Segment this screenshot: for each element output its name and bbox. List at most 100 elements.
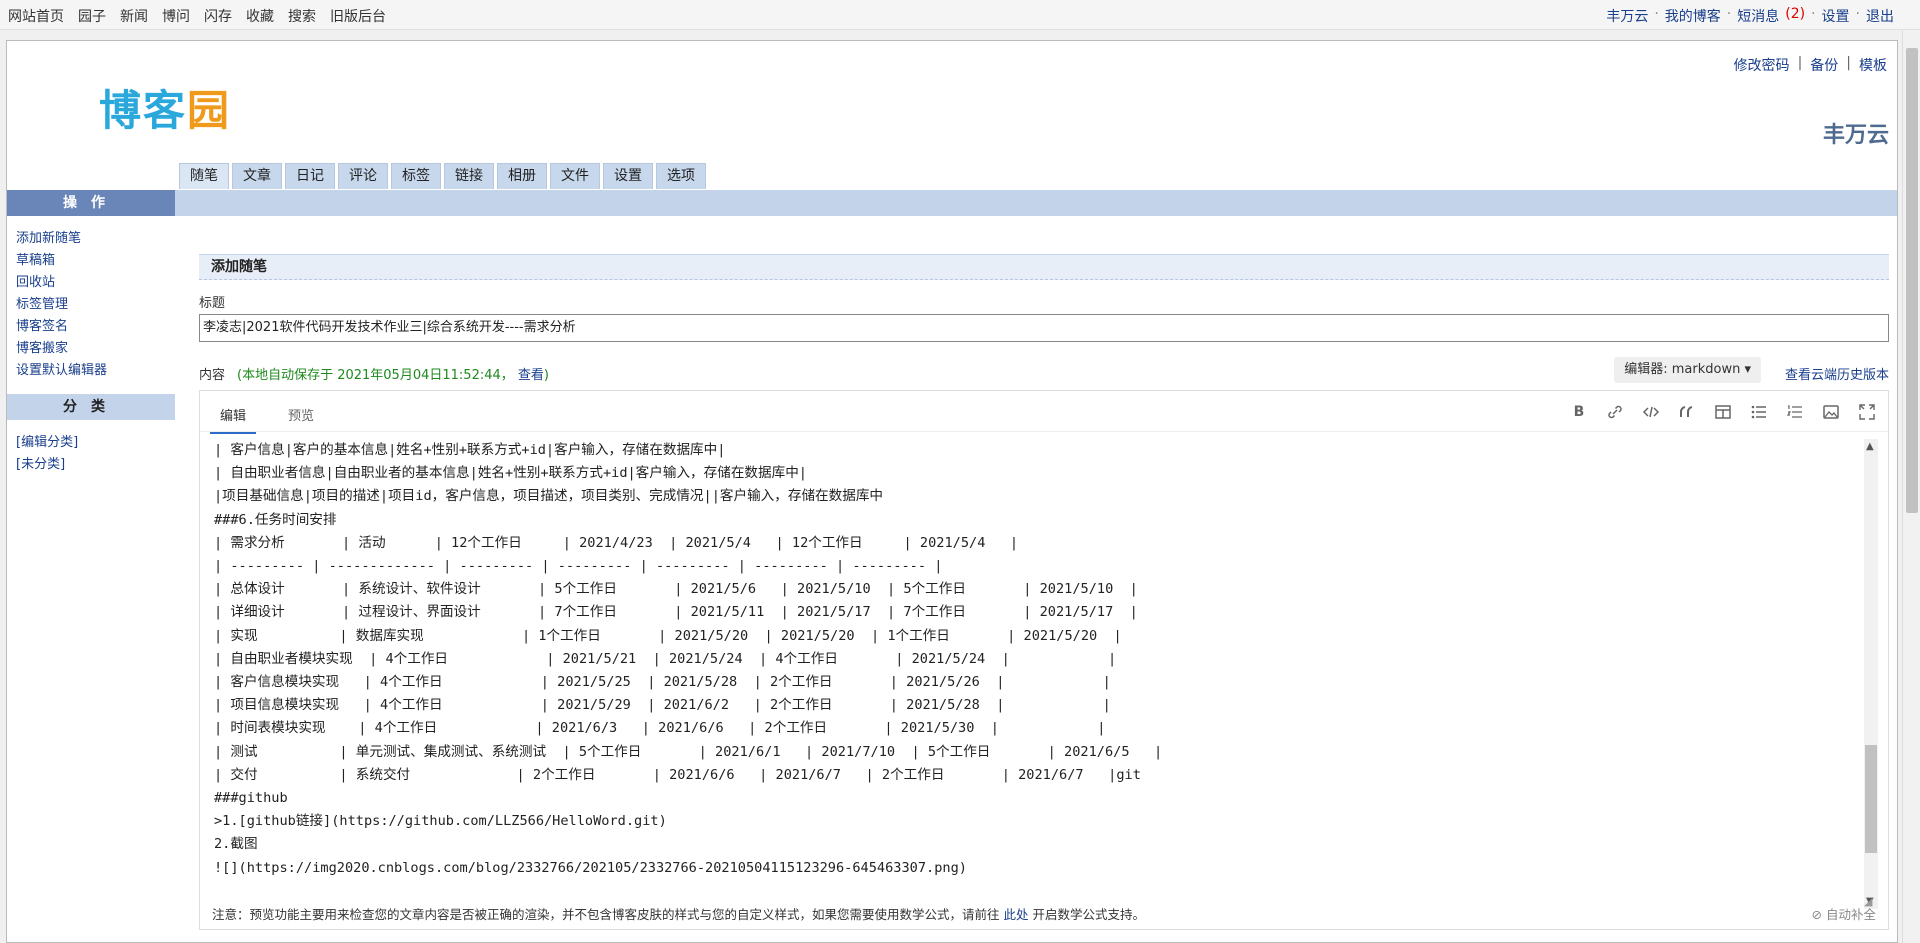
- preview-note: 注意：预览功能主要用来检查您的文章内容是否被正确的渲染，并不包含博客皮肤的样式与…: [212, 904, 1145, 923]
- tab-options[interactable]: 选项: [656, 163, 706, 189]
- autocomplete-toggle[interactable]: ⊘ 自动补全: [1812, 904, 1876, 923]
- ol-icon-svg: [1786, 405, 1802, 418]
- code-line: | 需求分析 | 活动 | 12个工作日 | 2021/4/23 | 2021/…: [214, 534, 1019, 551]
- page-scrollbar[interactable]: [1902, 30, 1920, 943]
- my-blog-link[interactable]: 我的博客: [1665, 6, 1721, 26]
- editor-tab-preview[interactable]: 预览: [278, 401, 324, 434]
- editor-type-select[interactable]: 编辑器: markdown ▾: [1614, 357, 1761, 383]
- user-links: 丰万云 · 我的博客 · 短消息 (2) · 设置 · 退出: [1606, 6, 1894, 26]
- sidebar-category-list: [编辑分类] [未分类]: [7, 420, 175, 488]
- markdown-textarea[interactable]: | 客户信息|客户的基本信息|姓名+性别+联系方式+id|客户输入，存储在数据库…: [214, 439, 1854, 907]
- tab-posts[interactable]: 随笔: [179, 163, 229, 189]
- editor-tab-edit[interactable]: 编辑: [210, 401, 257, 434]
- account-links: 修改密码 | 备份 | 模板: [1734, 55, 1887, 75]
- sidebar-item-drafts[interactable]: 草稿箱: [16, 250, 175, 272]
- site-links: 网站首页 园子 新闻 博问 闪存 收藏 搜索 旧版后台: [8, 6, 386, 26]
- quote-icon-svg: [1680, 406, 1693, 417]
- math-settings-link[interactable]: 此处: [1004, 907, 1029, 922]
- settings-link[interactable]: 设置: [1822, 6, 1850, 26]
- nav-search[interactable]: 搜索: [288, 6, 316, 26]
- messages-link[interactable]: 短消息: [1737, 6, 1779, 26]
- quote-icon[interactable]: [1678, 403, 1696, 421]
- sidebar-item-blog-signature[interactable]: 博客签名: [16, 316, 175, 338]
- logo-text-accent: 园: [187, 86, 232, 135]
- sidebar-item-new-post[interactable]: 添加新随笔: [16, 228, 175, 250]
- title-input[interactable]: 李凌志|2021软件代码开发技术作业三|综合系统开发----需求分析: [199, 314, 1889, 342]
- sidebar-item-blog-migrate[interactable]: 博客搬家: [16, 338, 175, 360]
- code-line: | 时间表模块实现 | 4个工作日 | 2021/6/3 | 2021/6/6 …: [214, 720, 1106, 737]
- tab-articles[interactable]: 文章: [232, 163, 282, 189]
- editor-scrollbar-thumb[interactable]: [1865, 745, 1877, 853]
- cnblogs-logo[interactable]: 博客园: [99, 77, 231, 138]
- separator: ·: [1811, 6, 1816, 22]
- content-label: 内容: [199, 368, 226, 383]
- ul-icon-svg: [1751, 405, 1766, 419]
- code-line: 2.截图: [214, 836, 258, 853]
- code-line: | 客户信息模块实现 | 4个工作日 | 2021/5/25 | 2021/5/…: [214, 674, 1111, 691]
- code-line: ###6.任务时间安排: [214, 511, 337, 528]
- user-name-link[interactable]: 丰万云: [1606, 6, 1648, 26]
- tab-albums[interactable]: 相册: [497, 163, 547, 189]
- cloud-history-link[interactable]: 查看云端历史版本: [1785, 364, 1889, 383]
- code-line: >1.[github链接](https://github.com/LLZ566/…: [214, 813, 667, 830]
- title-label: 标题: [199, 296, 226, 311]
- fullscreen-icon[interactable]: [1858, 403, 1876, 421]
- nav-home[interactable]: 网站首页: [8, 6, 64, 26]
- table-icon-svg: [1715, 405, 1731, 419]
- autosave-close: ): [543, 368, 549, 383]
- sidebar: 操作 添加新随笔 草稿箱 回收站 标签管理 博客签名 博客搬家 设置默认编辑器 …: [7, 190, 175, 488]
- code-line: | 自由职业者模块实现 | 4个工作日 | 2021/5/21 | 2021/5…: [214, 650, 1117, 667]
- link-icon[interactable]: [1606, 403, 1624, 421]
- code-line: | 客户信息|客户的基本信息|姓名+性别+联系方式+id|客户输入，存储在数据库…: [214, 442, 726, 458]
- scroll-up-arrow-icon[interactable]: ▲: [1866, 441, 1874, 452]
- chevron-down-icon: ▾: [1744, 362, 1751, 377]
- separator: |: [1797, 55, 1803, 71]
- unordered-list-icon[interactable]: [1750, 403, 1768, 421]
- admin-frame: 博客园 修改密码 | 备份 | 模板 丰万云 随笔 文章 日记 评论 标签 链接…: [6, 40, 1898, 943]
- separator: |: [1846, 55, 1851, 71]
- sidebar-item-default-editor[interactable]: 设置默认编辑器: [16, 360, 175, 382]
- bold-icon[interactable]: B: [1570, 403, 1588, 421]
- nav-news[interactable]: 新闻: [120, 6, 148, 26]
- tab-settings[interactable]: 设置: [603, 163, 653, 189]
- fullscreen-icon-svg: [1859, 404, 1875, 420]
- top-nav: 网站首页 园子 新闻 博问 闪存 收藏 搜索 旧版后台 丰万云 · 我的博客 ·…: [0, 0, 1920, 30]
- nav-old-admin[interactable]: 旧版后台: [330, 6, 386, 26]
- code-line: | --------- | ------------- | --------- …: [214, 558, 943, 575]
- autosave-view-link[interactable]: 查看: [518, 368, 544, 383]
- tab-links[interactable]: 链接: [444, 163, 494, 189]
- autosave-status: (本地自动保存于 2021年05月04日11:52:44， 查看): [237, 364, 549, 383]
- nav-favorites[interactable]: 收藏: [246, 6, 274, 26]
- code-icon-svg: [1642, 406, 1660, 418]
- editor-toolbar: B: [1570, 403, 1876, 421]
- sidebar-item-edit-categories[interactable]: [编辑分类]: [16, 432, 175, 454]
- logo-text: 博客: [99, 86, 188, 135]
- sidebar-item-uncategorized[interactable]: [未分类]: [16, 454, 175, 476]
- backup-link[interactable]: 备份: [1810, 55, 1838, 75]
- editor-type-label: 编辑器: markdown: [1624, 362, 1741, 377]
- page-scrollbar-thumb[interactable]: [1906, 48, 1918, 513]
- code-line: | 总体设计 | 系统设计、软件设计 | 5个工作日 | 2021/5/6 | …: [214, 581, 1138, 598]
- tab-diary[interactable]: 日记: [285, 163, 335, 189]
- template-link[interactable]: 模板: [1859, 55, 1887, 75]
- tab-files[interactable]: 文件: [550, 163, 600, 189]
- tab-comments[interactable]: 评论: [338, 163, 388, 189]
- table-icon[interactable]: [1714, 403, 1732, 421]
- code-icon[interactable]: [1642, 403, 1660, 421]
- sidebar-item-tag-management[interactable]: 标签管理: [16, 294, 175, 316]
- sidebar-item-recycle-bin[interactable]: 回收站: [16, 272, 175, 294]
- logout-link[interactable]: 退出: [1866, 6, 1894, 26]
- ordered-list-icon[interactable]: [1786, 403, 1804, 421]
- nav-flash[interactable]: 闪存: [204, 6, 232, 26]
- nav-qa[interactable]: 博问: [162, 6, 190, 26]
- link-icon-svg: [1608, 405, 1622, 419]
- tab-tags[interactable]: 标签: [391, 163, 441, 189]
- code-line: | 项目信息模块实现 | 4个工作日 | 2021/5/29 | 2021/6/…: [214, 697, 1111, 714]
- nav-garden[interactable]: 园子: [78, 6, 106, 26]
- autosave-text: (本地自动保存于 2021年05月04日11:52:44，: [237, 368, 514, 383]
- change-password-link[interactable]: 修改密码: [1734, 55, 1790, 75]
- image-icon[interactable]: [1822, 403, 1840, 421]
- editor-scrollbar[interactable]: ▲ ▼: [1864, 439, 1878, 909]
- preview-note-text: 注意：预览功能主要用来检查您的文章内容是否被正确的渲染，并不包含博客皮肤的样式与…: [212, 907, 1000, 922]
- main-content: 添加随笔 标题 李凌志|2021软件代码开发技术作业三|综合系统开发----需求…: [199, 254, 1889, 930]
